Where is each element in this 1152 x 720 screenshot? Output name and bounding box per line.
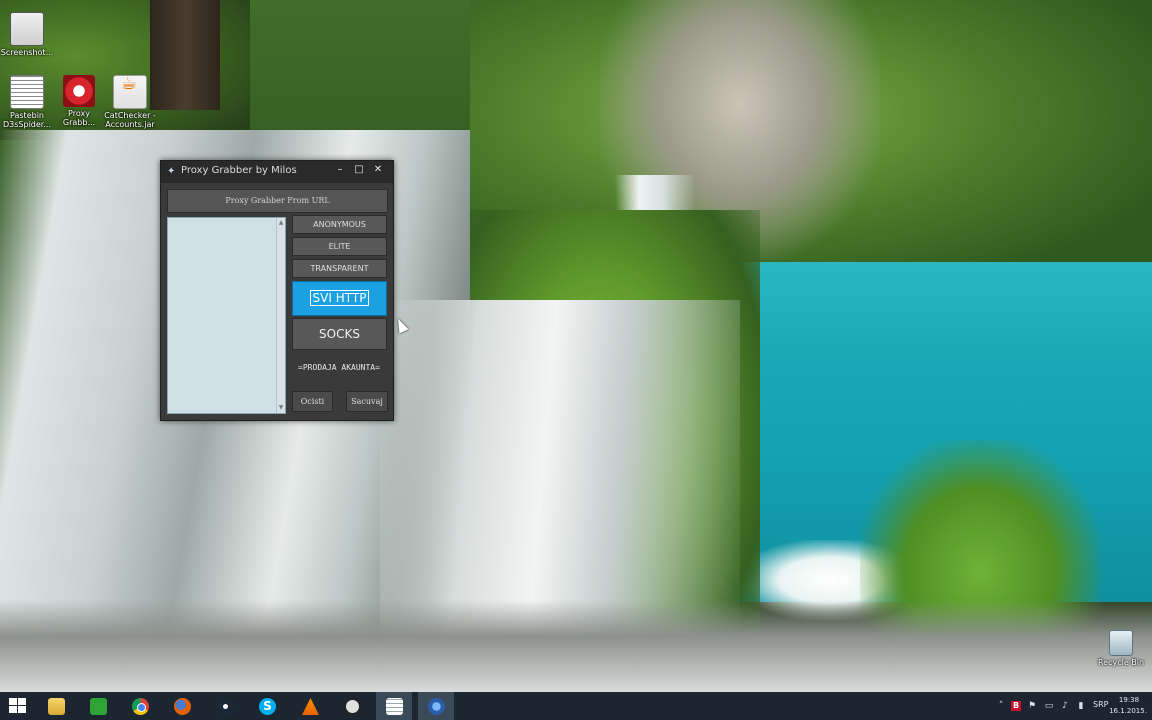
network-icon[interactable]: ▮ [1076,701,1086,711]
taskbar: S ˄ B ⚑ ▭ ♪ ▮ SRP 19:38 16.1.2015. [0,692,1152,720]
close-button[interactable]: ✕ [369,161,387,179]
taskbar-firefox[interactable] [164,692,200,720]
speaker-icon[interactable]: ♪ [1060,701,1070,711]
store-icon [90,698,107,715]
taskbar-proxy-grabber[interactable] [418,692,454,720]
anonymous-button[interactable]: ANONYMOUS [292,215,387,234]
taskbar-store[interactable] [80,692,116,720]
window-titlebar[interactable]: ✦ Proxy Grabber by Milos – □ ✕ [161,161,393,183]
system-tray: ˄ B ⚑ ▭ ♪ ▮ SRP 19:38 16.1.2015. [990,692,1152,720]
taskbar-skype[interactable]: S [249,692,285,720]
elite-button[interactable]: ELITE [292,237,387,256]
scroll-up-icon[interactable]: ▲ [277,219,285,227]
taskbar-steam[interactable] [207,692,243,720]
grab-from-url-button[interactable]: Proxy Grabber From URL [167,189,388,213]
desktop-icon-proxy-grabber[interactable]: Proxy Grabb... [52,75,106,127]
desktop-icon-catchecker[interactable]: CatChecker - Accounts.jar [103,75,157,129]
proxy-grabber-window: ✦ Proxy Grabber by Milos – □ ✕ Proxy Gra… [160,160,394,421]
window-title: Proxy Grabber by Milos [181,165,297,176]
proxy-list-scrollbar[interactable]: ▲ ▼ [276,218,285,413]
desktop-icon-label: Proxy Grabb... [62,109,96,127]
desktop-icon-label: Pastebin D3sSpider... [3,111,51,129]
desktop-icon-pastebin[interactable]: Pastebin D3sSpider... [0,75,54,129]
app-icon: ✦ [167,166,176,177]
taskbar-notepad[interactable] [376,692,412,720]
taskbar-chrome[interactable] [122,692,158,720]
recycle-bin-icon [1109,630,1133,656]
prodaja-akaunta-link[interactable]: =PRODAJA AKAUNTA= [291,363,387,372]
wallpaper-trunk [150,0,220,110]
folder-icon [48,698,65,715]
start-button[interactable] [0,692,36,720]
taskbar-file-explorer[interactable] [38,692,74,720]
windows-logo-icon [9,698,27,714]
clear-button[interactable]: Ocisti [292,391,333,412]
proxy-grabber-icon [63,75,95,107]
taskbar-obs[interactable] [334,692,370,720]
java-icon [113,75,147,109]
desktop-icon-label: Screenshot... [0,48,54,57]
desktop-icon-recycle-bin[interactable]: Recycle Bin [1094,630,1148,667]
proxy-list-textarea[interactable]: ▲ ▼ [167,217,286,414]
steam-icon [217,698,234,715]
bitdefender-icon[interactable]: B [1011,701,1021,711]
desktop-icon-screenshot[interactable]: Screenshot... [0,12,54,57]
svi-http-button[interactable]: SVI HTTP [292,281,387,316]
transparent-button[interactable]: TRANSPARENT [292,259,387,278]
firefox-icon [174,698,191,715]
vlc-icon [302,698,319,715]
minimize-button[interactable]: – [331,161,349,179]
svi-http-label: SVI HTTP [309,290,370,306]
desktop-icon-label: CatChecker - Accounts.jar [104,111,156,129]
flag-icon[interactable]: ⚑ [1027,701,1037,711]
pastebin-icon [10,75,44,109]
save-button[interactable]: Sacuvaj [346,391,388,412]
chevron-up-icon[interactable]: ˄ [996,701,1006,711]
scroll-down-icon[interactable]: ▼ [277,404,285,412]
language-indicator[interactable]: SRP [1093,700,1108,709]
wallpaper-rocks [0,600,1152,692]
skype-icon: S [259,698,276,715]
maximize-button[interactable]: □ [350,161,368,179]
clock-time[interactable]: 19:38 [1112,696,1146,704]
screenshot-icon [10,12,44,46]
proxy-grabber-app-icon [428,698,445,715]
monitor-icon[interactable]: ▭ [1044,701,1054,711]
notepad-icon [386,698,403,715]
taskbar-vlc[interactable] [292,692,328,720]
clock-date[interactable]: 16.1.2015. [1108,707,1148,715]
desktop-icon-label: Recycle Bin [1097,658,1145,667]
socks-button[interactable]: SOCKS [292,318,387,350]
chrome-icon [132,698,149,715]
obs-icon [344,698,361,715]
